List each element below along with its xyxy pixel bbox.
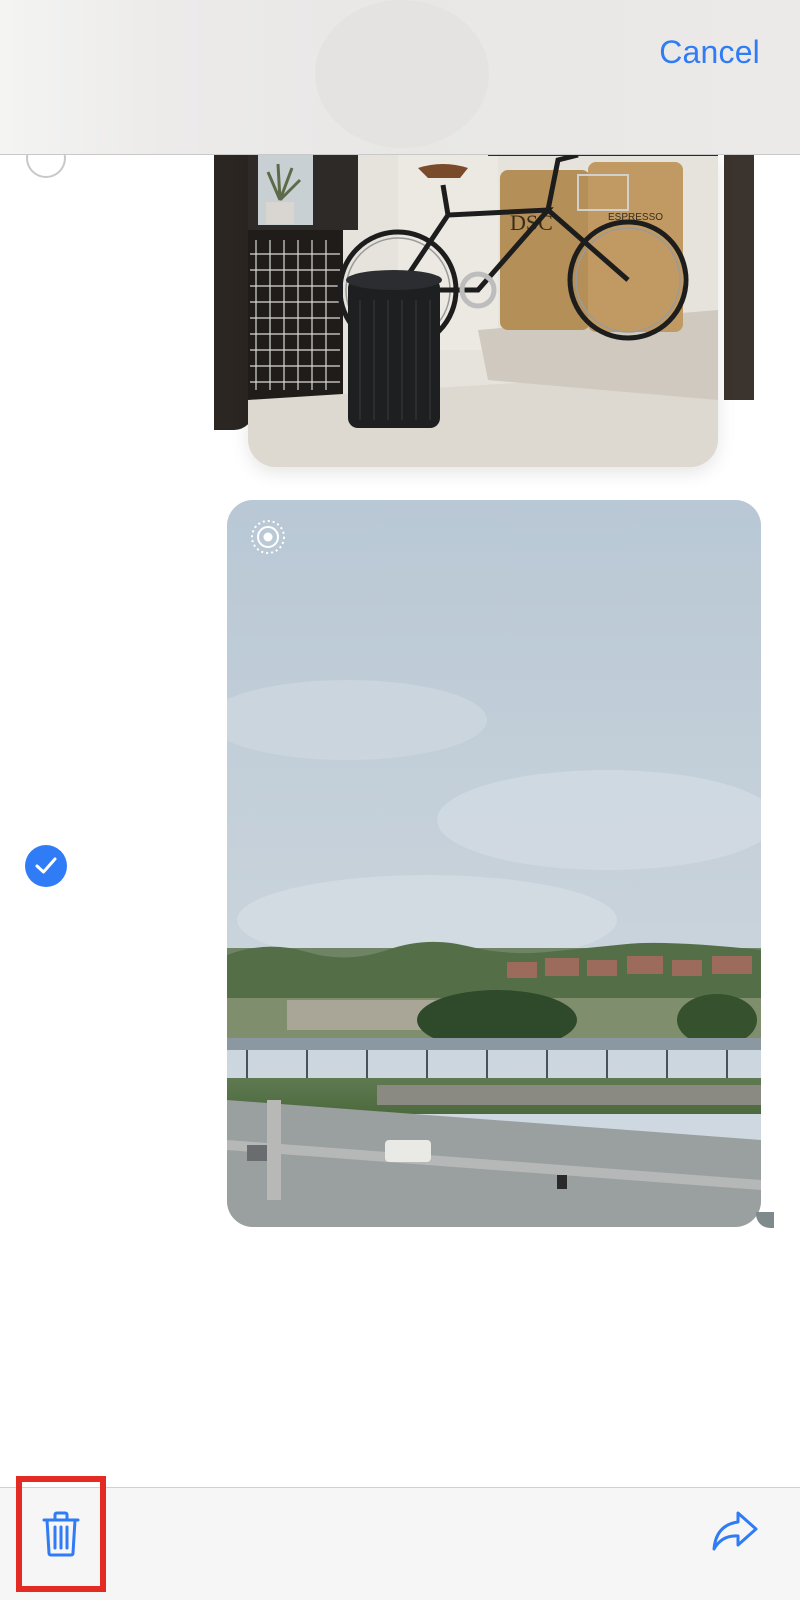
live-photo-message-sky[interactable] — [227, 500, 761, 1227]
sky-landscape-photo-image — [227, 500, 761, 1227]
select-circle-checked[interactable] — [25, 845, 67, 887]
live-photo-icon — [249, 518, 287, 561]
photo-message-bicycle[interactable]: DSC ESPRESSO — [214, 150, 774, 468]
share-button[interactable] — [710, 1509, 760, 1558]
trash-icon — [42, 1511, 80, 1557]
top-navigation-bar: Cancel — [0, 0, 800, 155]
photo-stack-edge — [724, 150, 754, 400]
bicycle-photo-image: DSC ESPRESSO — [248, 150, 718, 467]
share-arrow-icon — [712, 1511, 758, 1551]
bicycle-photo: DSC ESPRESSO — [248, 150, 718, 467]
bottom-toolbar — [0, 1487, 800, 1600]
delete-button[interactable] — [16, 1476, 106, 1592]
cancel-button[interactable]: Cancel — [659, 34, 760, 71]
contact-avatar-blur — [315, 0, 489, 148]
message-bubble-tail — [756, 1212, 774, 1228]
message-selection-screen: Cancel DSC ESPRESSO — [0, 0, 800, 1600]
checkmark-icon — [35, 857, 57, 874]
